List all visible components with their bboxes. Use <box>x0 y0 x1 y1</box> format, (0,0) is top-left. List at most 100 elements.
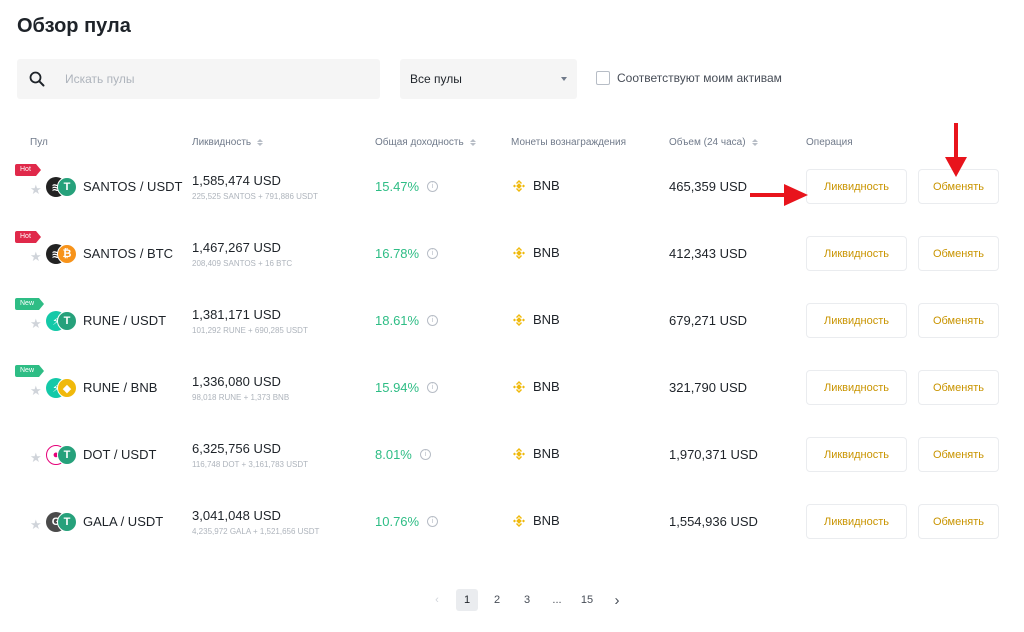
pool-pair-name: SANTOS / USDT <box>83 179 183 194</box>
bnb-icon <box>513 514 525 527</box>
pool-liquidity-detail: 101,292 RUNE + 690,285 USDT <box>192 326 308 335</box>
pool-liquidity-detail: 4,235,972 GALA + 1,521,656 USDT <box>192 527 320 536</box>
pair-coin-icons: G T <box>46 511 80 533</box>
hot-badge: Hot <box>15 164 41 176</box>
bnb-icon <box>513 246 525 259</box>
match-assets-label: Соответствуют моим активам <box>617 71 782 85</box>
pool-liquidity-detail: 116,748 DOT + 3,161,783 USDT <box>192 460 308 469</box>
favorite-star-icon[interactable]: ★ <box>30 517 42 533</box>
usdt-coin-icon: T <box>57 177 77 197</box>
column-header-liquidity[interactable]: Ликвидность <box>192 137 264 148</box>
page-title: Обзор пула <box>17 15 131 37</box>
column-header-pool: Пул <box>30 137 48 148</box>
swap-button[interactable]: Обменять <box>918 504 999 539</box>
pool-apr: 8.01% i <box>375 447 431 462</box>
column-header-volume[interactable]: Объем (24 часа) <box>669 137 758 148</box>
pair-coin-icons: ⚡ ◆ <box>46 377 80 399</box>
column-header-apr-label: Общая доходность <box>375 137 464 148</box>
info-icon[interactable]: i <box>427 516 439 527</box>
pool-reward-label: BNB <box>533 513 560 528</box>
pool-reward: BNB <box>512 513 560 528</box>
info-icon[interactable]: i <box>427 315 439 326</box>
info-icon[interactable]: i <box>427 382 439 393</box>
prev-page-icon[interactable]: ‹ <box>426 589 448 611</box>
search-input[interactable] <box>65 72 365 86</box>
bnb-icon <box>513 380 525 393</box>
favorite-star-icon[interactable]: ★ <box>30 182 42 198</box>
column-header-operation-label: Операция <box>806 137 853 148</box>
liquidity-button[interactable]: Ликвидность <box>806 303 907 338</box>
pool-liquidity: 3,041,048 USD <box>192 508 281 523</box>
page-ellipsis: ... <box>552 594 562 606</box>
favorite-star-icon[interactable]: ★ <box>30 450 42 466</box>
liquidity-button[interactable]: Ликвидность <box>806 169 907 204</box>
next-page-icon[interactable]: › <box>606 589 628 611</box>
pool-volume: 321,790 USD <box>669 380 748 395</box>
sort-icon[interactable] <box>257 139 264 146</box>
annotation-arrow-down-icon <box>945 123 967 177</box>
bnb-icon <box>513 179 525 192</box>
table-row: Hot ★ ≋ ₿ SANTOS / BTC 1,467,267 USD 208… <box>0 231 1024 304</box>
pool-liquidity: 1,381,171 USD <box>192 307 281 322</box>
pool-reward: BNB <box>512 312 560 327</box>
column-header-apr[interactable]: Общая доходность <box>375 137 476 148</box>
page-15-button[interactable]: 15 <box>576 589 598 611</box>
pool-liquidity: 1,467,267 USD <box>192 240 281 255</box>
pool-liquidity-detail: 225,525 SANTOS + 791,886 USDT <box>192 192 318 201</box>
liquidity-button[interactable]: Ликвидность <box>806 504 907 539</box>
pool-reward-label: BNB <box>533 312 560 327</box>
info-icon[interactable]: i <box>419 449 431 460</box>
page-2-button[interactable]: 2 <box>486 589 508 611</box>
swap-button[interactable]: Обменять <box>918 236 999 271</box>
swap-button[interactable]: Обменять <box>918 303 999 338</box>
pool-volume: 679,271 USD <box>669 313 748 328</box>
pool-liquidity: 1,336,080 USD <box>192 374 281 389</box>
favorite-star-icon[interactable]: ★ <box>30 383 42 399</box>
table-row: ★ G T GALA / USDT 3,041,048 USD 4,235,97… <box>0 504 1024 572</box>
column-header-volume-label: Объем (24 часа) <box>669 137 746 148</box>
sort-icon[interactable] <box>751 139 758 146</box>
pool-volume: 1,970,371 USD <box>669 447 758 462</box>
pool-liquidity: 6,325,756 USD <box>192 441 281 456</box>
liquidity-button[interactable]: Ликвидность <box>806 370 907 405</box>
column-header-liquidity-label: Ликвидность <box>192 137 252 148</box>
info-icon[interactable]: i <box>427 181 439 192</box>
search-icon <box>17 71 57 87</box>
favorite-star-icon[interactable]: ★ <box>30 316 42 332</box>
table-row: Hot ★ ≋ T SANTOS / USDT 1,585,474 USD 22… <box>0 164 1024 237</box>
pool-apr-value: 15.47% <box>375 179 420 194</box>
bnb-icon <box>513 447 525 460</box>
info-icon[interactable]: i <box>427 248 439 259</box>
usdt-coin-icon: T <box>57 311 77 331</box>
liquidity-button[interactable]: Ликвидность <box>806 437 907 472</box>
search-box[interactable] <box>17 59 380 99</box>
btc-coin-icon: ₿ <box>57 244 77 264</box>
pool-reward: BNB <box>512 178 560 193</box>
pool-pair-name: GALA / USDT <box>83 514 164 529</box>
pool-apr: 18.61% i <box>375 313 439 328</box>
match-assets-checkbox[interactable] <box>596 71 610 85</box>
pool-reward-label: BNB <box>533 379 560 394</box>
pool-reward-label: BNB <box>533 446 560 461</box>
table-row: ★ ● T DOT / USDT 6,325,756 USD 116,748 D… <box>0 437 1024 505</box>
pool-filter-select[interactable]: Все пулы <box>400 59 577 99</box>
usdt-coin-icon: T <box>57 512 77 532</box>
sort-icon[interactable] <box>469 139 476 146</box>
pool-reward: BNB <box>512 446 560 461</box>
pool-reward: BNB <box>512 245 560 260</box>
table-row: New ★ ⚡ T RUNE / USDT 1,381,171 USD 101,… <box>0 298 1024 371</box>
new-badge: New <box>15 298 45 310</box>
liquidity-button[interactable]: Ликвидность <box>806 236 907 271</box>
page-1-button[interactable]: 1 <box>456 589 478 611</box>
pool-apr: 15.94% i <box>375 380 439 395</box>
column-header-rewards: Монеты вознаграждения <box>511 137 626 148</box>
favorite-star-icon[interactable]: ★ <box>30 249 42 265</box>
swap-button[interactable]: Обменять <box>918 437 999 472</box>
page-3-button[interactable]: 3 <box>516 589 538 611</box>
match-assets-toggle[interactable]: Соответствуют моим активам <box>596 71 782 85</box>
pool-reward-label: BNB <box>533 178 560 193</box>
annotation-arrow-right-icon <box>750 184 808 206</box>
hot-badge: Hot <box>15 231 41 243</box>
column-header-rewards-label: Монеты вознаграждения <box>511 137 626 148</box>
swap-button[interactable]: Обменять <box>918 370 999 405</box>
